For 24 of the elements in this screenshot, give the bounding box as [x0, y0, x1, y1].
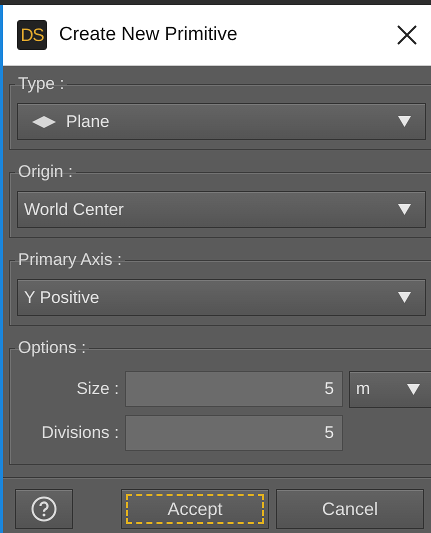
input-field[interactable]: 5 — [125, 371, 343, 407]
group-label: Primary Axis : — [17, 250, 123, 270]
help-icon — [31, 496, 57, 522]
caret-icon — [407, 384, 420, 394]
help-button[interactable] — [15, 489, 73, 529]
accept-button[interactable]: Accept — [121, 489, 269, 529]
app-logo: DS — [17, 20, 47, 50]
group-label: Type : — [17, 74, 66, 94]
group-label: Options : — [17, 338, 88, 358]
dropdown[interactable]: Plane — [17, 103, 426, 140]
group-label: Origin : — [17, 162, 74, 182]
caret-icon — [398, 292, 411, 303]
close-icon[interactable] — [397, 25, 417, 45]
dropdown[interactable]: World Center — [17, 191, 426, 228]
input-field[interactable]: 5 — [125, 415, 343, 451]
cancel-button[interactable]: Cancel — [276, 489, 424, 529]
unit-dropdown[interactable]: m — [349, 370, 431, 408]
caret-icon — [398, 204, 411, 215]
caret-icon — [398, 116, 411, 127]
plane-icon — [32, 116, 56, 128]
window-title: Create New Primitive — [59, 24, 238, 46]
field-label: Size : — [75, 379, 119, 399]
field-label: Divisions : — [40, 423, 119, 443]
dropdown[interactable]: Y Positive — [17, 279, 426, 316]
